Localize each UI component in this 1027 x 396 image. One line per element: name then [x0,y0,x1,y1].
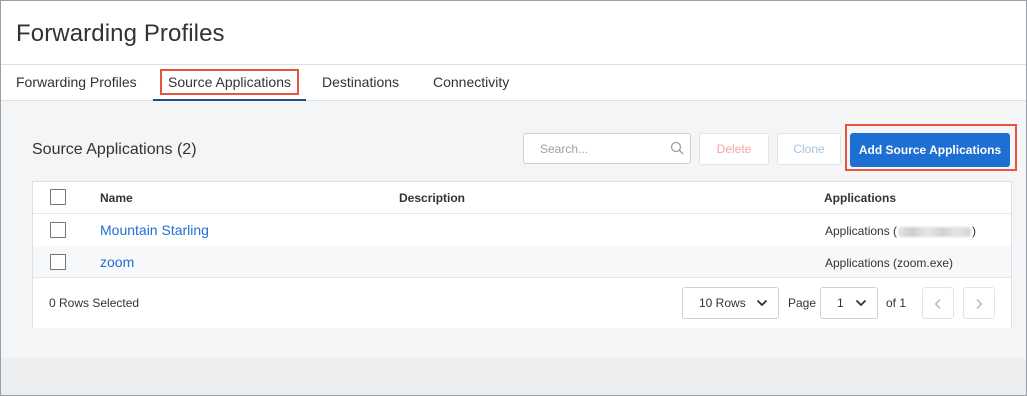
column-header-description[interactable]: Description [399,191,465,205]
column-header-applications[interactable]: Applications [824,191,896,205]
row-name-link[interactable]: zoom [100,254,134,270]
search-box [523,133,691,164]
table-header-row: Name Description Applications [33,182,1011,214]
chevron-down-icon [855,299,867,307]
page-number-value: 1 [837,296,844,310]
chevron-right-icon [976,298,983,310]
chevron-left-icon [934,298,941,310]
row-applications-suffix: ) [972,224,977,238]
source-applications-table: Name Description Applications Mountain S… [32,181,1012,328]
clone-button[interactable]: Clone [777,133,841,165]
tab-destinations[interactable]: Destinations [322,65,399,101]
redacted-applications [898,226,972,237]
page-label: Page [788,296,817,310]
column-header-name[interactable]: Name [100,191,133,205]
row-checkbox[interactable] [50,222,66,238]
bottom-strip [1,358,1026,395]
page-title: Forwarding Profiles [16,20,225,47]
page-total-label: of 1 [886,296,907,310]
tab-bar: Forwarding Profiles Source Applications … [1,65,1026,101]
previous-page-button[interactable] [922,287,954,319]
tab-source-applications-label: Source Applications [160,69,299,95]
row-applications: Applications (zoom.exe) [825,256,954,270]
row-applications-prefix: Applications ( [825,224,898,238]
rows-per-page-value: 10 Rows [699,296,746,310]
search-icon[interactable] [670,141,684,155]
next-page-button[interactable] [963,287,995,319]
select-all-checkbox[interactable] [50,189,66,205]
app-window: Forwarding Profiles Forwarding Profiles … [0,0,1027,396]
page-number-select[interactable]: 1 [820,287,878,319]
table-row[interactable]: Mountain Starling Applications () [33,214,1011,246]
add-source-applications-button[interactable]: Add Source Applications [850,133,1010,167]
row-checkbox[interactable] [50,254,66,270]
table-row[interactable]: zoom Applications (zoom.exe) [33,246,1011,278]
tab-source-applications[interactable]: Source Applications [153,65,306,101]
row-name-link[interactable]: Mountain Starling [100,222,209,238]
rows-selected-count: 0 Rows Selected [49,296,140,310]
row-applications: Applications () [825,224,976,238]
chevron-down-icon [756,299,768,307]
delete-button[interactable]: Delete [699,133,769,165]
tab-forwarding-profiles[interactable]: Forwarding Profiles [16,65,137,101]
search-input[interactable] [524,134,664,163]
section-title: Source Applications (2) [32,141,197,158]
page-header: Forwarding Profiles [1,1,1026,65]
tab-connectivity[interactable]: Connectivity [433,65,509,101]
rows-per-page-select[interactable]: 10 Rows [682,287,779,319]
table-footer: 0 Rows Selected 10 Rows Page 1 of 1 [33,278,1011,328]
